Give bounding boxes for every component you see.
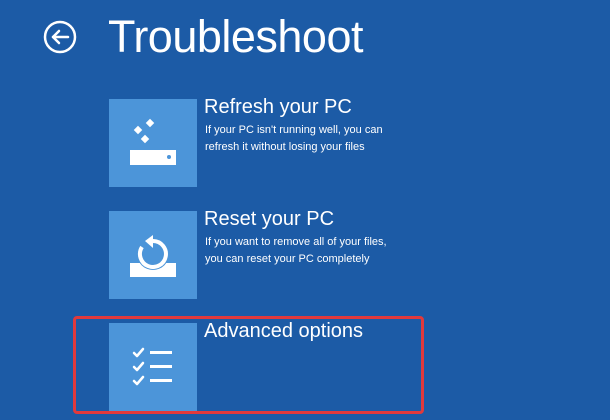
option-title: Reset your PC: [204, 208, 335, 230]
refresh-pc-option[interactable]: Refresh your PC If your PC isn't running…: [108, 96, 448, 188]
refresh-pc-icon: [130, 118, 176, 165]
reset-pc-icon: [130, 235, 176, 277]
advanced-options-option[interactable]: Advanced options: [108, 320, 448, 412]
option-description-line: If your PC isn't running well, you can: [205, 124, 383, 136]
reset-pc-option[interactable]: Reset your PC If you want to remove all …: [108, 208, 448, 300]
back-arrow-icon: [43, 20, 77, 54]
option-description: If your PC isn't running well, you can r…: [205, 122, 425, 156]
option-description-line: refresh it without losing your files: [205, 141, 365, 153]
option-description-line: If you want to remove all of your files,: [205, 236, 387, 248]
back-button[interactable]: [43, 20, 77, 54]
advanced-options-tile[interactable]: [109, 323, 197, 411]
option-title: Refresh your PC: [204, 96, 352, 118]
option-title: Advanced options: [204, 320, 364, 342]
page-title: Troubleshoot: [108, 11, 364, 62]
checklist-icon: [132, 347, 172, 386]
reset-pc-tile[interactable]: [109, 211, 197, 299]
refresh-pc-tile[interactable]: [109, 99, 197, 187]
option-description: If you want to remove all of your files,…: [205, 234, 425, 268]
option-description-line: you can reset your PC completely: [205, 253, 370, 265]
